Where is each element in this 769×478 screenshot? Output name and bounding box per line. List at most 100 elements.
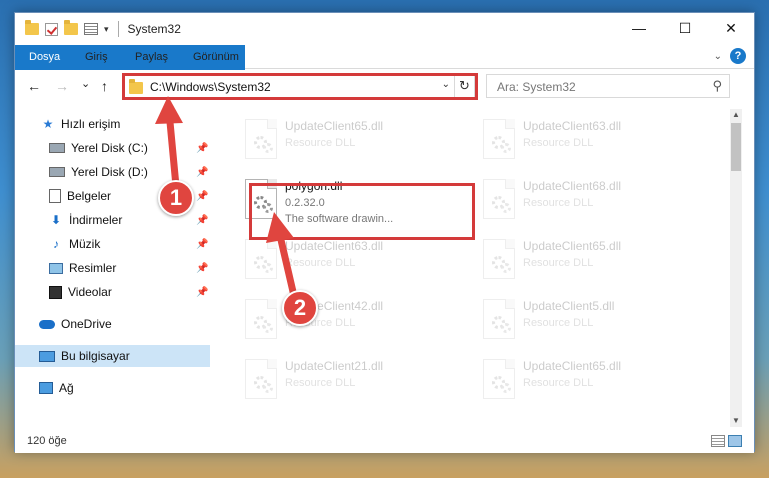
sidebar-item-videos[interactable]: Videolar 📌 (15, 281, 210, 303)
sidebar-item-quick-access[interactable]: ★ Hızlı erişim (15, 113, 210, 135)
new-folder-icon[interactable] (64, 20, 78, 35)
sidebar-item-label: OneDrive (61, 317, 112, 331)
sidebar-item-label: Hızlı erişim (61, 117, 121, 131)
search-input[interactable]: Ara: System32 ⚲ (486, 74, 730, 98)
pictures-icon (49, 262, 63, 274)
file-type: Resource DLL (523, 377, 594, 389)
scroll-up-icon[interactable]: ▲ (730, 109, 742, 121)
sidebar-item-label: Videolar (68, 285, 112, 299)
step-2-badge: 2 (282, 290, 318, 326)
file-explorer-window: ▾ System32 — ☐ ✕ Dosya Giriş Paylaş Görü… (14, 12, 755, 453)
sidebar-item-label: Resimler (69, 261, 117, 275)
pin-icon[interactable]: 📌 (196, 215, 208, 226)
pin-icon[interactable]: 📌 (196, 239, 208, 250)
address-path: C:\Windows\System32 (150, 80, 271, 94)
expand-ribbon-icon[interactable]: ⌄ (714, 51, 722, 62)
file-tile[interactable]: UpdateClient65.dll Resource DLL (473, 233, 703, 287)
file-tile[interactable]: UpdateClient21.dll Resource DLL (235, 353, 465, 407)
file-type: Resource DLL (285, 377, 356, 389)
step-1-badge: 1 (158, 180, 194, 216)
pin-icon[interactable]: 📌 (196, 167, 208, 178)
sidebar-item-onedrive[interactable]: OneDrive (15, 313, 210, 335)
documents-icon (49, 189, 61, 203)
maximize-button[interactable]: ☐ (662, 13, 708, 43)
view-switcher (711, 435, 742, 447)
dll-file-icon (245, 119, 277, 159)
pin-icon[interactable]: 📌 (196, 287, 208, 298)
dll-file-icon (245, 299, 277, 339)
cloud-icon (39, 319, 55, 329)
pin-icon[interactable]: 📌 (196, 191, 208, 202)
address-dropdown-icon[interactable]: ⌄ (442, 79, 450, 90)
file-list: UpdateClient65.dll Resource DLL UpdateCl… (221, 109, 729, 429)
dll-file-icon (483, 179, 515, 219)
sidebar-item-label: Ağ (59, 381, 74, 395)
navigation-pane: ★ Hızlı erişim Yerel Disk (C:) 📌 Yerel D… (15, 109, 210, 429)
help-icon[interactable]: ? (730, 48, 746, 64)
pin-icon[interactable]: 📌 (196, 263, 208, 274)
forward-button[interactable]: → (55, 78, 69, 94)
file-tile[interactable]: UpdateClient5.dll Resource DLL (473, 293, 703, 347)
file-tile-polygon-dll[interactable]: polygon.dll 0.2.32.0 The software drawin… (235, 173, 465, 227)
sidebar-item-label: Yerel Disk (D:) (71, 165, 148, 179)
sidebar-item-local-disk-c[interactable]: Yerel Disk (C:) 📌 (15, 137, 210, 159)
status-bar: 120 öğe (15, 431, 754, 453)
tiles-view-icon[interactable] (728, 435, 742, 447)
file-type: Resource DLL (285, 137, 356, 149)
file-name: UpdateClient65.dll (285, 119, 384, 133)
sidebar-item-label: Bu bilgisayar (61, 349, 130, 363)
sidebar-item-this-pc[interactable]: Bu bilgisayar (15, 345, 210, 367)
window-title: System32 (127, 22, 181, 36)
tab-share[interactable]: Paylaş (135, 45, 168, 69)
file-name: polygon.dll (285, 179, 343, 193)
back-button[interactable]: ← (27, 78, 41, 94)
file-tile[interactable]: UpdateClient68.dll Resource DLL (473, 173, 703, 227)
download-icon: ⬇ (50, 213, 62, 227)
scroll-thumb[interactable] (731, 123, 741, 171)
navigation-bar: ← → ⌄ ↑ C:\Windows\System32 ⌄ ↻ Ara: Sys… (15, 70, 754, 102)
star-icon: ★ (42, 117, 54, 131)
file-tile[interactable]: UpdateClient63.dll Resource DLL (473, 113, 703, 167)
file-type: Resource DLL (523, 257, 594, 269)
search-placeholder: Ara: System32 (497, 80, 576, 94)
qat-separator (117, 21, 119, 37)
up-button[interactable]: ↑ (101, 78, 108, 94)
sidebar-item-label: İndirmeler (69, 213, 123, 227)
minimize-button[interactable]: — (616, 13, 662, 43)
ribbon-right-controls: ⌄ ? (714, 48, 746, 64)
dll-file-icon (245, 359, 277, 399)
sidebar-item-pictures[interactable]: Resimler 📌 (15, 257, 210, 279)
scroll-down-icon[interactable]: ▼ (730, 415, 742, 427)
file-tile[interactable]: UpdateClient65.dll Resource DLL (235, 113, 465, 167)
file-tile[interactable]: UpdateClient63.dll Resource DLL (235, 233, 465, 287)
dll-file-icon (483, 239, 515, 279)
sidebar-item-label: Yerel Disk (C:) (71, 141, 148, 155)
dll-file-icon (483, 359, 515, 399)
refresh-icon[interactable]: ↻ (454, 75, 474, 97)
details-view-icon[interactable] (711, 435, 725, 447)
file-tile[interactable]: UpdateClient65.dll Resource DLL (473, 353, 703, 407)
window-controls: — ☐ ✕ (616, 13, 754, 43)
sidebar-item-network[interactable]: Ağ (15, 377, 210, 399)
file-name: UpdateClient68.dll (523, 179, 622, 193)
file-description: The software drawin... (285, 213, 394, 225)
file-type: Resource DLL (523, 197, 594, 209)
file-tile[interactable]: UpdateClient42.dll Resource DLL (235, 293, 465, 347)
dll-file-icon (483, 299, 515, 339)
file-name: UpdateClient65.dll (523, 239, 622, 253)
close-button[interactable]: ✕ (708, 13, 754, 43)
sidebar-item-music[interactable]: ♪ Müzik 📌 (15, 233, 210, 255)
tab-home[interactable]: Giriş (85, 45, 108, 69)
qat-dropdown-icon[interactable]: ▾ (104, 24, 109, 35)
tab-view[interactable]: Görünüm (193, 45, 239, 69)
folder-icon (129, 79, 143, 94)
drive-icon (49, 167, 65, 177)
dll-file-icon (483, 119, 515, 159)
recent-locations-button[interactable]: ⌄ (81, 77, 90, 90)
customize-icon[interactable] (84, 23, 98, 35)
properties-check-icon[interactable] (45, 22, 58, 36)
address-bar[interactable]: C:\Windows\System32 ⌄ ↻ (123, 74, 475, 98)
file-type: Resource DLL (523, 317, 594, 329)
pin-icon[interactable]: 📌 (196, 143, 208, 154)
vertical-scrollbar[interactable]: ▲ ▼ (730, 109, 742, 427)
